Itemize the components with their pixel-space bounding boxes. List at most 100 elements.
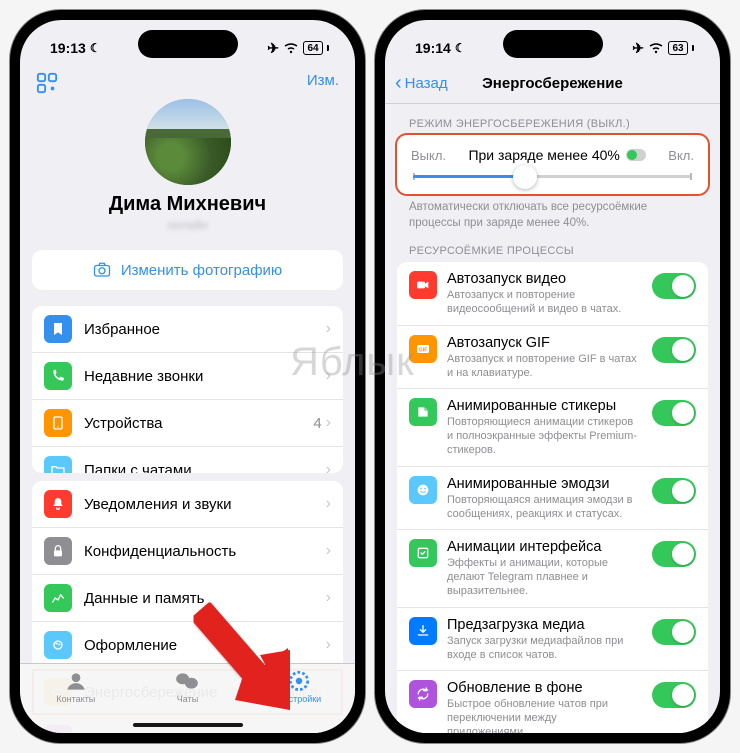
slider-card: Выкл. При заряде менее 40% Вкл. — [397, 135, 708, 194]
process-desc: Автозапуск и повторение видеосообщений и… — [447, 289, 638, 317]
data-icon — [44, 584, 72, 612]
chevron-right-icon: › — [326, 320, 331, 338]
wifi-icon — [648, 42, 664, 54]
process-title: Автозапуск видео — [447, 270, 638, 288]
row-label: Устройства — [84, 415, 313, 432]
airplane-icon: ✈︎ — [267, 40, 279, 57]
row-label: Недавние звонки — [84, 368, 326, 385]
list-item[interactable]: Устройства 4 › — [32, 400, 343, 447]
battery-level: 64 — [303, 41, 323, 55]
tab-settings[interactable]: Настройки — [259, 670, 339, 704]
process-item: Автозапуск видео Автозапуск и повторение… — [397, 262, 708, 326]
list-item[interactable]: Недавние звонки › — [32, 353, 343, 400]
tab-chats[interactable]: Чаты — [147, 670, 227, 704]
slider-thumb[interactable] — [513, 165, 537, 189]
row-label: Уведомления и звуки — [84, 496, 326, 513]
section-footer-mode: Автоматически отключать все ресурсоёмкие… — [385, 194, 720, 231]
row-label: Оформление — [84, 637, 326, 654]
process-item: Обновление в фоне Быстрое обновление чат… — [397, 671, 708, 733]
process-title: Автозапуск GIF — [447, 334, 638, 352]
tab-label: Настройки — [277, 694, 321, 704]
chevron-right-icon: › — [326, 367, 331, 385]
folder-icon — [44, 456, 72, 473]
process-item: Анимации интерфейса Эффекты и анимации, … — [397, 530, 708, 607]
process-desc: Запуск загрузки медиафайлов при входе в … — [447, 635, 638, 663]
process-item: Анимированные эмодзи Повторяющаяся анима… — [397, 467, 708, 531]
process-item: GIF Автозапуск GIF Автозапуск и повторен… — [397, 326, 708, 390]
list-item[interactable]: Уведомления и звуки › — [32, 481, 343, 528]
row-label: Избранное — [84, 321, 326, 338]
change-photo-button[interactable]: Изменить фотографию — [32, 250, 343, 290]
home-indicator — [133, 723, 243, 727]
video-icon — [409, 271, 437, 299]
process-desc: Автозапуск и повторение GIF в чатах и на… — [447, 353, 638, 381]
row-label: Конфиденциальность — [84, 543, 326, 560]
change-photo-label: Изменить фотографию — [121, 262, 282, 279]
section-header-mode: РЕЖИМ ЭНЕРГОСБЕРЕЖЕНИЯ (ВЫКЛ.) — [385, 104, 720, 135]
chevron-right-icon: › — [326, 414, 331, 432]
back-button[interactable]: ‹Назад — [395, 72, 448, 95]
chats-icon — [174, 670, 200, 692]
process-desc: Быстрое обновление чатов при переключени… — [447, 698, 638, 733]
dnd-icon: ☾ — [455, 41, 466, 55]
chevron-right-icon: › — [326, 730, 331, 733]
avatar[interactable] — [145, 99, 231, 185]
back-label: Назад — [405, 75, 448, 92]
row-value: 4 — [313, 415, 321, 432]
camera-icon — [93, 261, 111, 279]
svg-text:GIF: GIF — [419, 347, 429, 353]
phone-right: 19:14☾ ✈︎ 63 ‹Назад Энергосбережение РЕЖ… — [375, 10, 730, 743]
chevron-right-icon: › — [326, 495, 331, 513]
power-slider[interactable] — [413, 175, 692, 178]
chevron-right-icon: › — [326, 542, 331, 560]
qr-icon[interactable] — [36, 72, 58, 99]
status-time: 19:14 — [415, 40, 451, 56]
mini-toggle-icon — [626, 149, 646, 161]
lock-icon — [44, 537, 72, 565]
list-item[interactable]: Папки с чатами › — [32, 447, 343, 473]
process-desc: Повторяющиеся анимации стикеров и полноэ… — [447, 416, 638, 457]
tab-label: Чаты — [177, 694, 198, 704]
row-label: Данные и память — [84, 590, 326, 607]
row-label: Папки с чатами — [84, 462, 326, 474]
process-title: Предзагрузка медиа — [447, 616, 638, 634]
toggle-switch[interactable] — [652, 400, 696, 426]
toggle-switch[interactable] — [652, 273, 696, 299]
dynamic-island — [138, 30, 238, 58]
chevron-right-icon: › — [326, 636, 331, 654]
media-icon — [409, 617, 437, 645]
appearance-icon — [44, 631, 72, 659]
phone-left: 19:13☾ ✈︎ 64 Изм. Дима Михневич онлайн — [10, 10, 365, 743]
list-item[interactable]: Избранное › — [32, 306, 343, 353]
status-time: 19:13 — [50, 40, 86, 56]
list-item[interactable]: Данные и память › — [32, 575, 343, 622]
toggle-switch[interactable] — [652, 682, 696, 708]
wifi-icon — [283, 42, 299, 54]
airplane-icon: ✈︎ — [632, 40, 644, 57]
sticker-icon — [409, 398, 437, 426]
process-desc: Повторяющаяся анимация эмодзи в сообщени… — [447, 494, 638, 522]
settings-icon — [286, 670, 312, 692]
list-item[interactable]: Конфиденциальность › — [32, 528, 343, 575]
profile-status: онлайн — [167, 218, 207, 232]
slider-mid-label: При заряде менее 40% — [468, 147, 645, 163]
refresh-icon — [409, 680, 437, 708]
toggle-switch[interactable] — [652, 619, 696, 645]
slider-on-label: Вкл. — [668, 148, 694, 163]
toggle-switch[interactable] — [652, 541, 696, 567]
tab-label: Контакты — [56, 694, 95, 704]
process-item: Предзагрузка медиа Запуск загрузки медиа… — [397, 608, 708, 672]
section-header-proc: РЕСУРСОЁМКИЕ ПРОЦЕССЫ — [385, 231, 720, 262]
process-title: Анимации интерфейса — [447, 538, 638, 556]
toggle-switch[interactable] — [652, 337, 696, 363]
toggle-switch[interactable] — [652, 478, 696, 504]
process-title: Обновление в фоне — [447, 679, 638, 697]
tab-contacts[interactable]: Контакты — [36, 670, 116, 704]
emoji-icon — [409, 476, 437, 504]
chevron-left-icon: ‹ — [395, 72, 402, 95]
edit-button[interactable]: Изм. — [307, 72, 339, 99]
dynamic-island — [503, 30, 603, 58]
chevron-right-icon: › — [326, 461, 331, 473]
dnd-icon: ☾ — [90, 41, 101, 55]
slider-off-label: Выкл. — [411, 148, 446, 163]
